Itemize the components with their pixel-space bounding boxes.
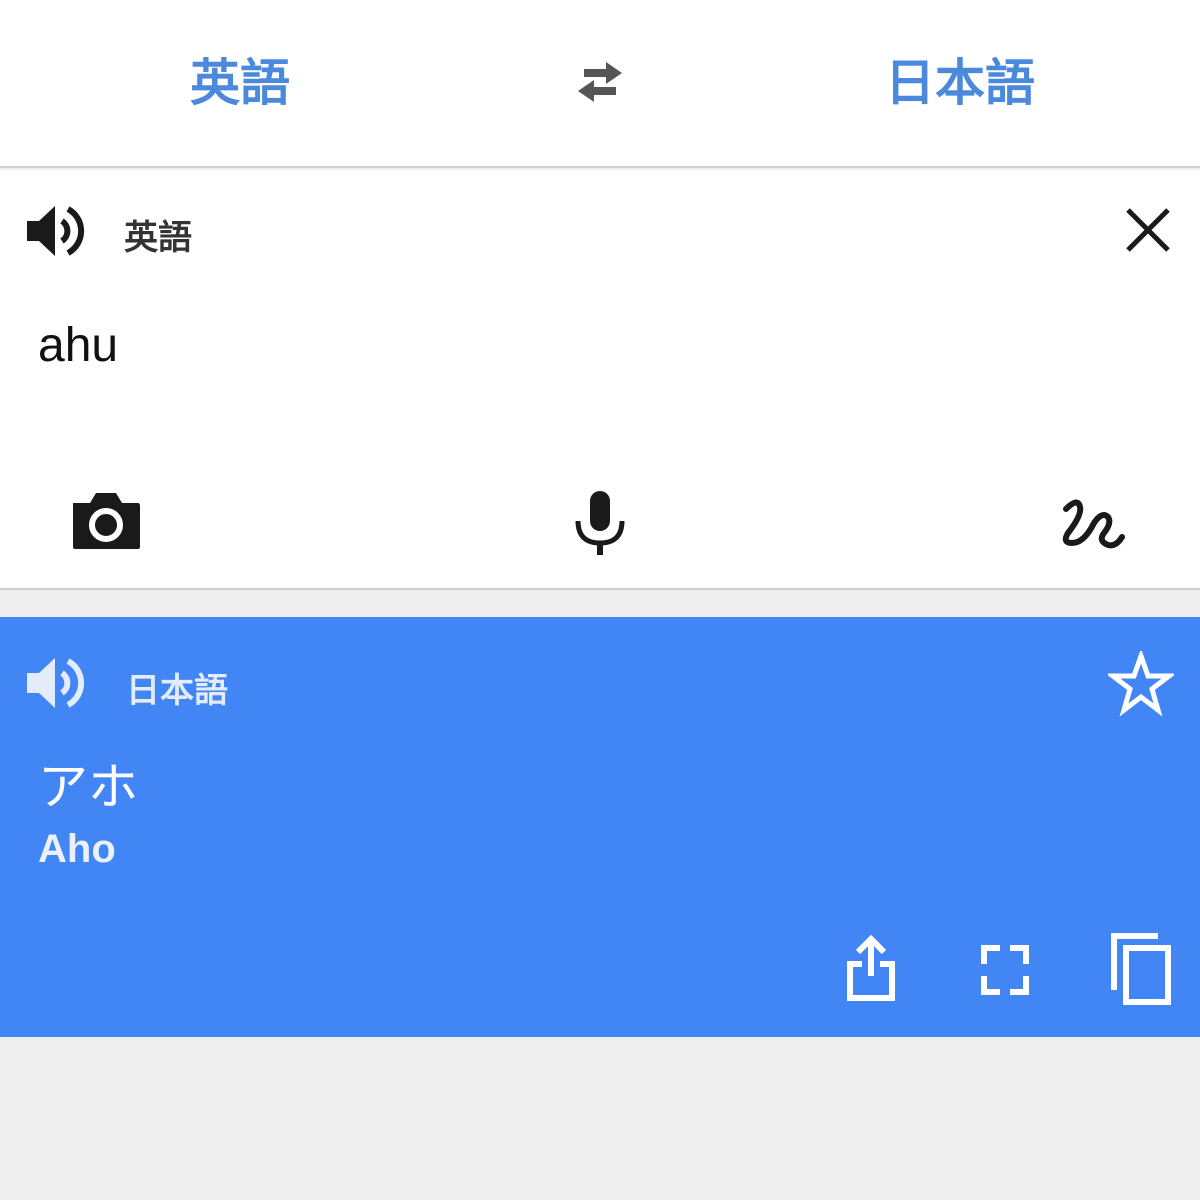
swap-arrows-icon[interactable] (566, 52, 634, 112)
result-card: 日本語 アホ Aho (0, 617, 1200, 1037)
close-icon[interactable] (1118, 200, 1178, 260)
fullscreen-icon[interactable] (972, 932, 1038, 1008)
translation-text: アホ (38, 758, 138, 816)
language-bar: 英語 日本語 (0, 0, 1200, 168)
source-language-button[interactable]: 英語 (140, 48, 340, 118)
result-language-label: 日本語 (126, 671, 228, 711)
share-icon[interactable] (838, 932, 904, 1008)
copy-icon[interactable] (1100, 932, 1180, 1008)
speaker-icon[interactable] (22, 199, 86, 263)
source-text-input[interactable]: ahu (38, 318, 118, 373)
input-card: 英語 ahu (0, 170, 1200, 590)
input-language-label: 英語 (124, 218, 192, 258)
camera-icon[interactable] (66, 485, 146, 561)
star-icon[interactable] (1108, 651, 1174, 717)
handwriting-icon[interactable] (1050, 485, 1130, 561)
romanization-text: Aho (38, 827, 116, 871)
speaker-icon[interactable] (22, 651, 86, 715)
target-language-button[interactable]: 日本語 (860, 48, 1060, 118)
microphone-icon[interactable] (560, 485, 640, 561)
